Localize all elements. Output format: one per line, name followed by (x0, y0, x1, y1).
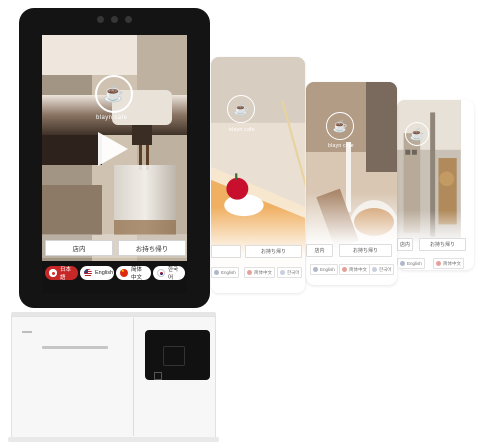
preview-screen-street: ☕ 店内 お持ち帰り English 简体中文 (397, 100, 474, 270)
camera-sensor (97, 16, 104, 23)
preview-1-lang-korean[interactable]: 한국어 (277, 267, 303, 278)
preview-2-lang-english-label: English (320, 267, 335, 272)
coffee-cup-icon: ☕ (326, 112, 354, 140)
korea-flag-icon (157, 269, 165, 277)
preview-1-brand-name: blayn cafe (229, 127, 255, 133)
preview-3-takeout-button[interactable]: お持ち帰り (419, 238, 466, 251)
china-flag-icon (247, 270, 252, 275)
preview-screen-cake: ☕ blayn cafe お持ち帰り English 简体中文 한국어 (211, 57, 305, 293)
lang-japanese-label: 日本語 (60, 267, 72, 281)
play-icon[interactable] (98, 132, 128, 166)
card-reader-slot[interactable] (163, 346, 185, 366)
preview-3-lang-english[interactable]: English (397, 258, 425, 269)
preview-1-takeout-button[interactable]: お持ち帰り (245, 245, 302, 258)
china-flag-icon (342, 267, 347, 272)
preview-3-lang-chinese[interactable]: 简体中文 (433, 258, 464, 269)
coffee-cup-icon: ☕ (405, 122, 429, 146)
lang-english-label: English (95, 270, 114, 276)
china-flag-icon: ★ (120, 269, 128, 277)
preview-1-dine-in-button[interactable] (211, 245, 241, 258)
lang-english-button[interactable]: English (80, 266, 114, 280)
preview-2-lang-chinese-label: 简体中文 (349, 266, 367, 272)
preview-2-lang-korean[interactable]: 한국어 (369, 264, 395, 275)
brand-name: blayn cafe (96, 115, 128, 121)
preview-3-dine-in-button[interactable]: 店内 (397, 238, 413, 251)
camera-lens (111, 16, 118, 23)
preview-1-lang-english[interactable]: English (211, 267, 239, 278)
lang-japanese-button[interactable]: 日本語 (45, 266, 78, 281)
dine-in-button[interactable]: 店内 (45, 240, 113, 256)
usa-flag-icon (214, 270, 219, 275)
takeout-button[interactable]: お持ち帰り (118, 240, 186, 256)
usa-flag-icon (84, 269, 92, 277)
japan-flag-icon (49, 269, 57, 277)
preview-1-lang-chinese[interactable]: 简体中文 (244, 267, 275, 278)
preview-1-lang-english-label: English (221, 270, 236, 275)
light-sensor (125, 16, 132, 23)
preview-2-lang-korean-label: 한국어 (379, 266, 392, 272)
preview-2-takeout-button[interactable]: お持ち帰り (339, 244, 392, 257)
preview-2-lang-chinese[interactable]: 简体中文 (339, 264, 370, 275)
usa-flag-icon (313, 267, 318, 272)
base-divider (133, 318, 134, 436)
preview-2-lang-english[interactable]: English (310, 264, 338, 275)
lang-chinese-label: 简体中文 (131, 267, 143, 281)
usa-flag-icon (400, 261, 405, 266)
lang-chinese-button[interactable]: ★ 简体中文 (116, 266, 151, 281)
preview-1-lang-korean-label: 한국어 (287, 269, 300, 275)
korea-flag-icon (372, 267, 377, 272)
coffee-cup-icon: ☕ (95, 75, 133, 113)
preview-2-dine-in-button[interactable]: 店内 (306, 244, 333, 257)
lang-korean-label: 한국어 (168, 267, 179, 281)
kiosk-screen[interactable]: ☕ blayn cafe 店内 お持ち帰り 日本語 English ★ 简体中文… (42, 35, 187, 293)
contactless-icon (154, 372, 162, 380)
printer-label (22, 331, 32, 333)
preview-3-lang-chinese-label: 简体中文 (443, 260, 461, 266)
receipt-printer-slot (42, 346, 108, 349)
korea-flag-icon (280, 270, 285, 275)
kiosk-foot (8, 437, 219, 442)
china-flag-icon (436, 261, 441, 266)
lang-korean-button[interactable]: 한국어 (153, 266, 185, 281)
preview-screen-latte: ☕ blayn cafe 店内 お持ち帰り English 简体中文 한국어 (306, 82, 397, 285)
preview-3-lang-english-label: English (407, 261, 422, 266)
coffee-cup-icon: ☕ (227, 95, 255, 123)
preview-1-lang-chinese-label: 简体中文 (254, 269, 272, 275)
preview-2-brand-name: blayn cafe (328, 143, 354, 149)
